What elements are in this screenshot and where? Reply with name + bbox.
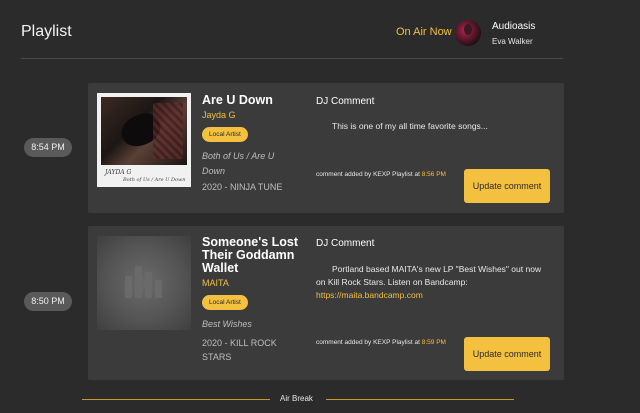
dj-comment-heading: DJ Comment [316, 238, 375, 249]
air-break-line-right [326, 399, 514, 400]
playlist-header: Playlist On Air Now Audioasis Eva Walker [0, 0, 640, 58]
comment-added-time: 8:56 PM [421, 171, 446, 178]
header-divider [21, 58, 563, 59]
dj-comment-body: This is one of my all time favorite song… [332, 121, 488, 131]
update-comment-button[interactable]: Update comment [464, 169, 550, 203]
album-art[interactable]: JAYDA G Both of Us / Are U Down [97, 93, 191, 187]
track-card: JAYDA G Both of Us / Are U Down Are U Do… [88, 83, 564, 213]
comment-added-prefix: comment added by KEXP Playlist at [316, 171, 420, 178]
release-info: 2020 - NINJA TUNE [202, 182, 283, 192]
bandcamp-link[interactable]: https://maita.bandcamp.com [316, 290, 423, 300]
air-break-line-left [82, 399, 270, 400]
album-art-placeholder[interactable] [97, 236, 191, 330]
track-time: 8:50 PM [24, 292, 72, 311]
release-info: 2020 - KILL ROCK STARS [202, 338, 277, 362]
on-air-now-link[interactable]: On Air Now [396, 26, 452, 38]
song-title[interactable]: Are U Down [202, 94, 273, 107]
track-card: Someone's Lost Their Goddamn Wallet MAIT… [88, 226, 564, 380]
music-bars-icon [125, 266, 163, 298]
album-art-subtext: Both of Us / Are U Down [123, 177, 186, 183]
dj-comment-text: Portland based MAITA's new LP "Best Wish… [316, 263, 552, 302]
update-comment-button[interactable]: Update comment [464, 337, 550, 371]
album-name[interactable]: Both of Us / Are U Down [202, 149, 288, 179]
album-photo [101, 97, 187, 165]
album-art-text: JAYDA G [105, 169, 132, 176]
host-avatar[interactable] [455, 20, 481, 46]
album-name[interactable]: Best Wishes [202, 317, 252, 332]
local-artist-badge: Local Artist [202, 127, 248, 142]
comment-added-time: 8:59 PM [421, 339, 446, 346]
dj-comment-heading: DJ Comment [316, 96, 375, 107]
song-title[interactable]: Someone's Lost Their Goddamn Wallet [202, 236, 306, 275]
comment-added-info: comment added by KEXP Playlist at 8:59 P… [316, 337, 456, 349]
dj-comment-text: This is one of my all time favorite song… [316, 120, 552, 133]
air-break-label: Air Break [280, 394, 313, 403]
comment-added-info: comment added by KEXP Playlist at 8:56 P… [316, 169, 456, 181]
local-artist-badge: Local Artist [202, 295, 248, 310]
host-name[interactable]: Eva Walker [492, 37, 533, 46]
artist-name[interactable]: Jayda G [202, 110, 236, 120]
artist-name[interactable]: MAITA [202, 278, 229, 288]
track-time: 8:54 PM [24, 138, 72, 157]
comment-added-prefix: comment added by KEXP Playlist at [316, 339, 420, 346]
page-title: Playlist [21, 23, 72, 40]
show-name[interactable]: Audioasis [492, 21, 535, 32]
dj-comment-body: Portland based MAITA's new LP "Best Wish… [316, 264, 542, 287]
